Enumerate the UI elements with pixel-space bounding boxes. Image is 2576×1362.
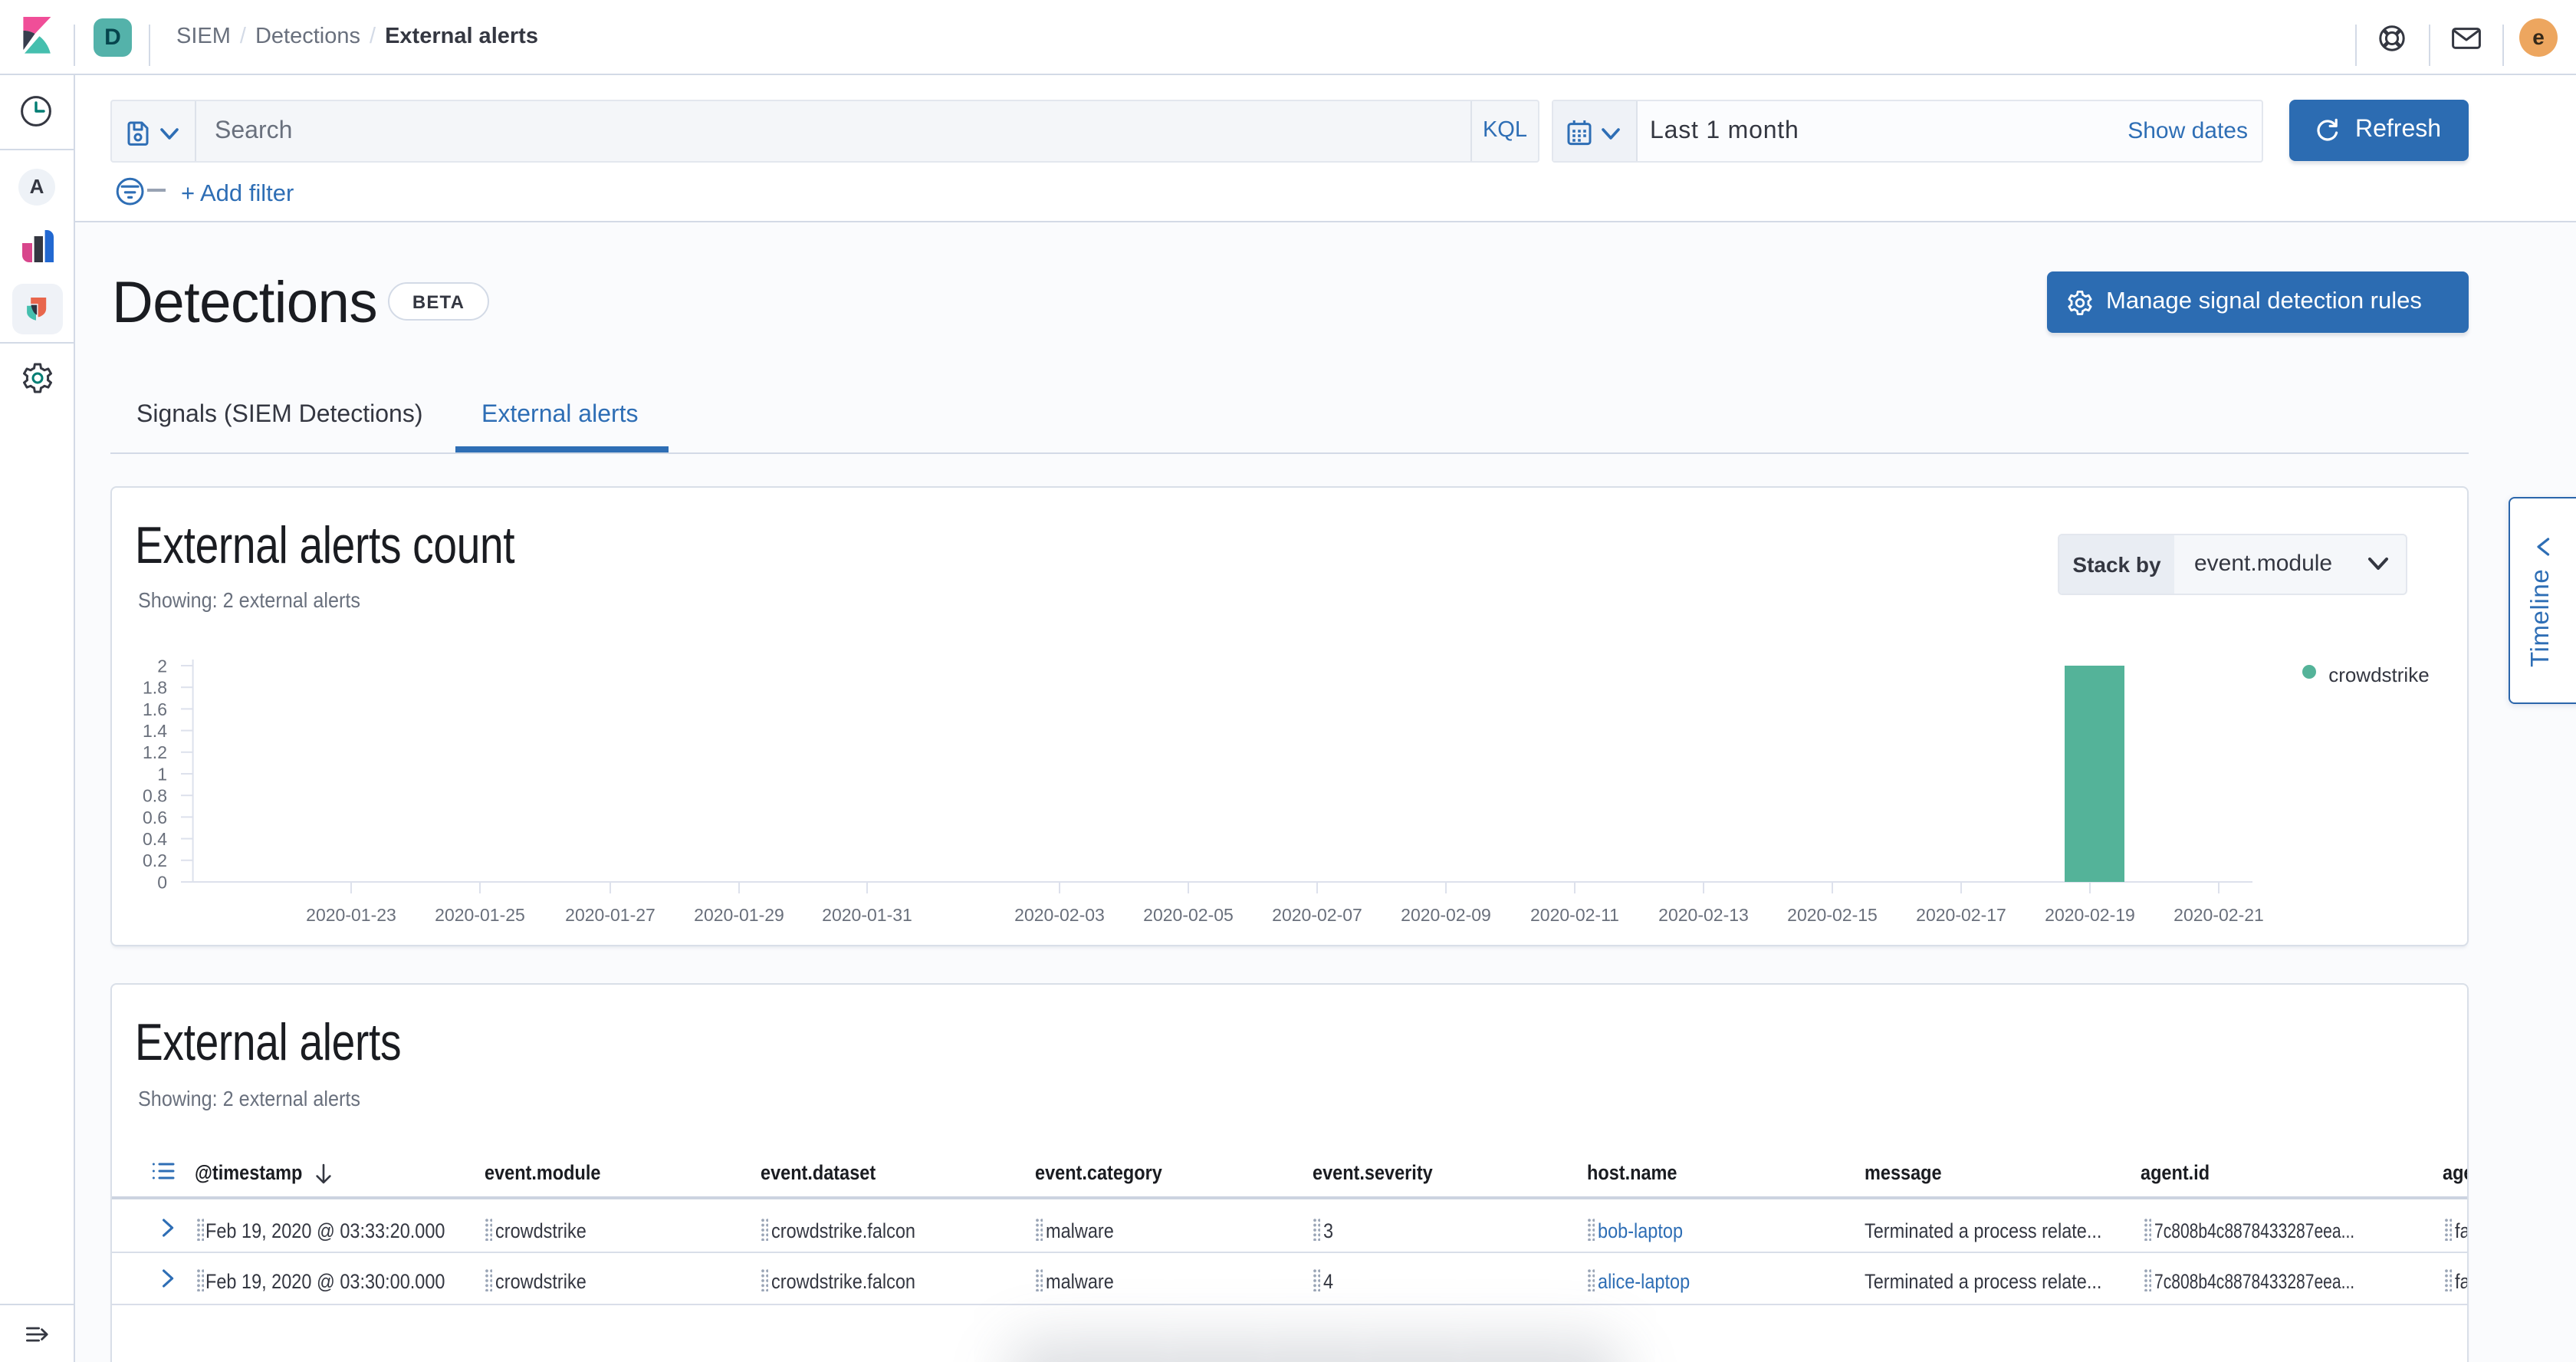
svg-text:2020-01-29: 2020-01-29 [694,905,784,925]
svg-text:2020-01-31: 2020-01-31 [822,905,912,925]
svg-text:0: 0 [157,872,167,892]
svg-text:1: 1 [157,764,167,784]
svg-text:0.8: 0.8 [143,786,167,806]
svg-text:1.2: 1.2 [143,742,167,762]
svg-text:2020-02-13: 2020-02-13 [1658,905,1749,925]
svg-text:2020-02-17: 2020-02-17 [1916,905,2006,925]
svg-text:crowdstrike: crowdstrike [2328,663,2429,686]
svg-text:2020-02-19: 2020-02-19 [2045,905,2135,925]
svg-text:2020-02-03: 2020-02-03 [1014,905,1105,925]
svg-text:2020-02-07: 2020-02-07 [1272,905,1362,925]
svg-text:2020-01-23: 2020-01-23 [306,905,396,925]
svg-text:1.4: 1.4 [143,721,167,741]
svg-text:2020-02-11: 2020-02-11 [1530,905,1619,925]
svg-text:0.2: 0.2 [143,850,167,870]
svg-text:2020-01-27: 2020-01-27 [565,905,656,925]
svg-text:2020-02-05: 2020-02-05 [1143,905,1234,925]
svg-text:2020-02-09: 2020-02-09 [1401,905,1491,925]
svg-text:2020-01-25: 2020-01-25 [435,905,525,925]
svg-text:1.8: 1.8 [143,678,167,698]
svg-text:2020-02-21: 2020-02-21 [2174,905,2264,925]
svg-text:2020-02-15: 2020-02-15 [1787,905,1878,925]
svg-text:0.4: 0.4 [143,829,167,849]
svg-text:0.6: 0.6 [143,808,167,827]
svg-text:2: 2 [157,656,167,676]
svg-text:1.6: 1.6 [143,699,167,719]
